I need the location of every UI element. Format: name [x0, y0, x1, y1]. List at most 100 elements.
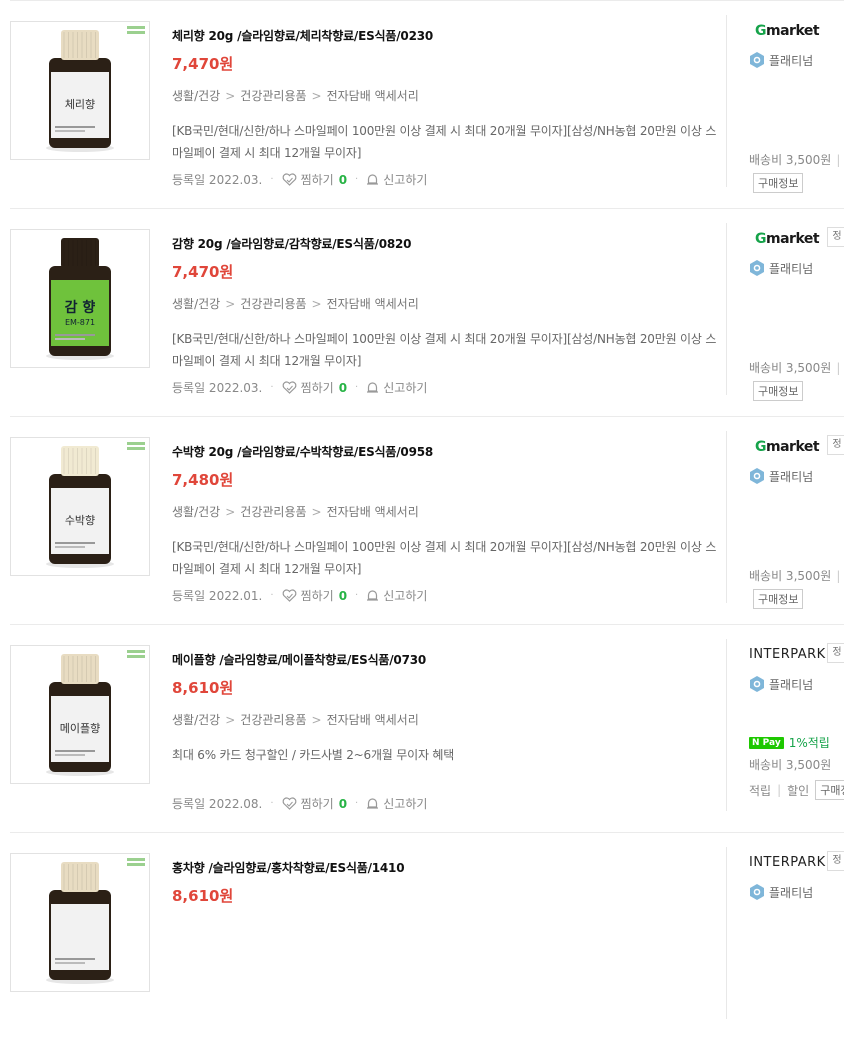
category-link[interactable]: 생활/건강 [172, 89, 220, 103]
divider: | [836, 153, 841, 167]
like-count: 0 [338, 380, 348, 395]
product-item: 홍차향 /슬라임향료/홍차착향료/ES식품/1410 8,610원 INTERPAR… [10, 832, 844, 1040]
extra-link[interactable]: 할인 [787, 782, 809, 799]
category-link[interactable]: 생활/건강 [172, 713, 220, 727]
breadcrumb-separator: > [311, 297, 322, 311]
meta-dot: · [355, 590, 359, 601]
product-bottle-image: 체리향 [46, 26, 145, 152]
divider: | [836, 569, 841, 583]
seller-info: INTERPARK 정 플래티넘 N Pay 1%적립 배송비 3,500원 적립 | 할인 구매… [726, 639, 844, 811]
buy-info-button[interactable]: 구매정보 [753, 589, 804, 609]
seller-grade-label: 플래티넘 [769, 469, 814, 484]
report-button[interactable]: 신고하기 [366, 587, 427, 604]
product-description: [KB국민/현대/신한/하나 스마일페이 100만원 이상 결제 시 최대 20… [172, 124, 717, 160]
product-thumbnail[interactable]: 수박향 [10, 437, 150, 576]
category-breadcrumb: 생활/건강 > 건강관리용품 > 전자담배 액세서리 [172, 503, 419, 520]
report-label: 신고하기 [383, 589, 428, 603]
meta-dot: · [355, 798, 359, 809]
product-title[interactable]: 메이플향 /슬라임향료/메이플착향료/ES식품/0730 [172, 651, 426, 668]
report-button[interactable]: 신고하기 [366, 379, 427, 396]
official-badge: 정 [827, 227, 844, 247]
category-link[interactable]: 건강관리용품 [240, 89, 306, 103]
meta-dot: · [270, 382, 274, 393]
breadcrumb-separator: > [225, 713, 236, 727]
product-price: 8,610원 [172, 679, 234, 697]
like-button[interactable]: 찜하기 0 [282, 795, 347, 812]
mall-logo-g: G [755, 23, 767, 39]
like-button[interactable]: 찜하기 0 [282, 379, 347, 396]
product-meta: 등록일 2022.01. · 찜하기 0 · 신고하기 [172, 587, 427, 604]
like-label: 찜하기 [300, 381, 334, 395]
like-count: 0 [338, 172, 348, 187]
platinum-grade-icon [750, 260, 764, 276]
product-thumbnail[interactable]: 감 향 EM-871 [10, 229, 150, 368]
buy-info-button[interactable]: 구매정보 [753, 173, 804, 193]
product-thumbnail[interactable]: 체리향 [10, 21, 150, 160]
report-button[interactable]: 신고하기 [366, 171, 427, 188]
divider: | [777, 783, 782, 797]
seller-grade: 플래티넘 [749, 883, 813, 901]
like-button[interactable]: 찜하기 0 [282, 587, 347, 604]
category-link[interactable]: 건강관리용품 [240, 713, 306, 727]
category-link[interactable]: 전자담배 액세서리 [327, 297, 419, 311]
extra-link[interactable]: 적립 [749, 782, 771, 799]
mall-logo[interactable]: Gmarket [755, 439, 820, 455]
product-price: 7,470원 [172, 55, 234, 73]
seller-info: INTERPARK 정플래티넘 [726, 847, 844, 1019]
mall-logo[interactable]: INTERPARK [749, 855, 826, 870]
platinum-grade-icon [750, 884, 764, 900]
product-title[interactable]: 체리향 20g /슬라임향료/체리착향료/ES식품/0230 [172, 27, 433, 44]
shipping-fee: 배송비 3,500원|오 [749, 359, 844, 376]
heart-icon [282, 589, 296, 602]
seller-grade: 플래티넘 [749, 259, 813, 277]
category-link[interactable]: 건강관리용품 [240, 297, 306, 311]
platinum-grade-icon [750, 52, 764, 68]
mall-logo[interactable]: Gmarket [755, 231, 820, 247]
mall-logo[interactable]: Gmarket [755, 23, 820, 39]
seller-grade-label: 플래티넘 [769, 53, 814, 68]
product-price: 7,470원 [172, 263, 234, 281]
official-badge: 정 [827, 851, 844, 871]
registration-date: 등록일 2022.03. [172, 173, 263, 187]
breadcrumb-separator: > [225, 89, 236, 103]
product-thumbnail[interactable]: 메이플향 [10, 645, 150, 784]
product-price: 7,480원 [172, 471, 234, 489]
registration-date: 등록일 2022.08. [172, 797, 263, 811]
mall-logo[interactable]: INTERPARK [749, 647, 826, 662]
mall-logo-rest: market [766, 23, 820, 39]
category-link[interactable]: 전자담배 액세서리 [327, 505, 419, 519]
product-title[interactable]: 감향 20g /슬라임향료/감착향료/ES식품/0820 [172, 235, 412, 252]
like-button[interactable]: 찜하기 0 [282, 171, 347, 188]
category-link[interactable]: 생활/건강 [172, 297, 220, 311]
breadcrumb-separator: > [311, 505, 322, 519]
product-description: [KB국민/현대/신한/하나 스마일페이 100만원 이상 결제 시 최대 20… [172, 332, 717, 368]
category-link[interactable]: 전자담배 액세서리 [327, 89, 419, 103]
npay-text: 1%적립 [788, 736, 830, 750]
like-label: 찜하기 [300, 173, 334, 187]
like-count: 0 [338, 796, 348, 811]
heart-icon [282, 173, 296, 186]
divider: | [836, 361, 841, 375]
report-label: 신고하기 [383, 173, 428, 187]
extra-link[interactable]: 구매정 [815, 780, 844, 800]
category-link[interactable]: 생활/건강 [172, 505, 220, 519]
official-badge: 정 [827, 435, 844, 455]
category-link[interactable]: 전자담배 액세서리 [327, 713, 419, 727]
report-icon [367, 590, 379, 601]
product-title[interactable]: 홍차향 /슬라임향료/홍차착향료/ES식품/1410 [172, 859, 405, 876]
report-label: 신고하기 [383, 797, 428, 811]
registration-date: 등록일 2022.03. [172, 381, 263, 395]
product-title[interactable]: 수박향 20g /슬라임향료/수박착향료/ES식품/0958 [172, 443, 433, 460]
shipping-text: 배송비 3,500원 [749, 569, 832, 583]
product-thumbnail[interactable] [10, 853, 150, 992]
buy-info-button[interactable]: 구매정보 [753, 381, 804, 401]
category-link[interactable]: 건강관리용품 [240, 505, 306, 519]
product-bottle-image: 수박향 [46, 442, 145, 568]
report-label: 신고하기 [383, 381, 428, 395]
report-button[interactable]: 신고하기 [366, 795, 427, 812]
breadcrumb-separator: > [225, 505, 236, 519]
product-item: 수박향 수박향 20g /슬라임향료/수박착향료/ES식품/0958 7,480원생… [10, 416, 844, 624]
shipping-text: 배송비 3,500원 [749, 361, 832, 375]
product-meta: 등록일 2022.03. · 찜하기 0 · 신고하기 [172, 171, 427, 188]
mall-logo-g: G [755, 231, 767, 247]
